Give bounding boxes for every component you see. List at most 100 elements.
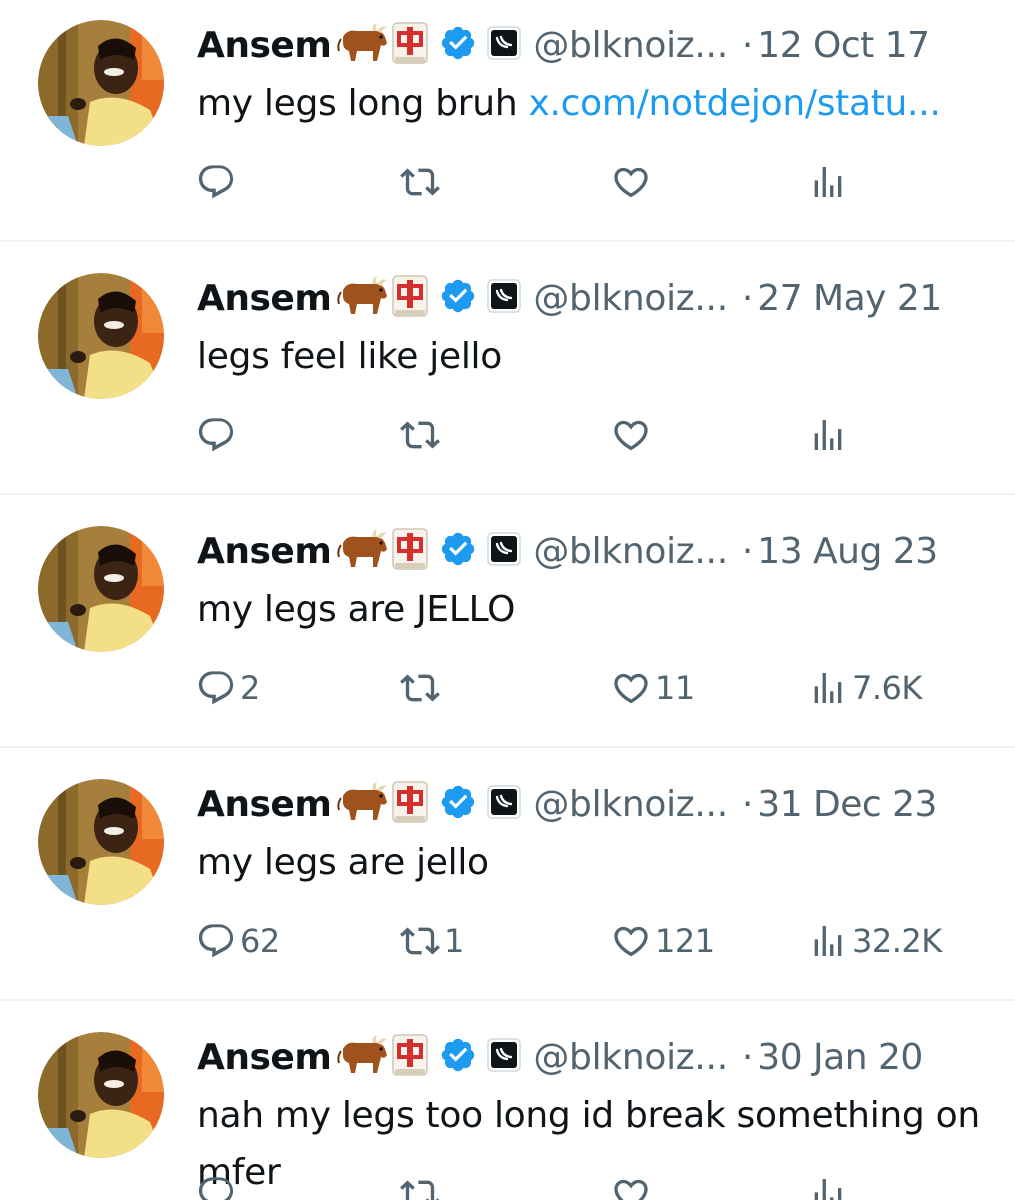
verified-badge-icon[interactable]: [439, 24, 477, 62]
like-button[interactable]: 11: [611, 668, 695, 708]
ox-emoji: [337, 529, 388, 567]
view-count: 7.6K: [852, 669, 922, 707]
avatar[interactable]: [38, 526, 164, 652]
tweet[interactable]: Ansem @blknoiz... · 30 Jan 20 nah my leg…: [0, 1012, 1015, 1200]
user-handle[interactable]: @blknoiz...: [533, 1037, 728, 1078]
retweet-button[interactable]: 1: [400, 921, 464, 961]
tweet-divider: [0, 999, 1015, 1001]
reply-count: 62: [240, 922, 280, 960]
tweet-actions: [0, 415, 1015, 465]
avatar[interactable]: [38, 779, 164, 905]
tweet-date[interactable]: 30 Jan 20: [757, 1037, 923, 1078]
separator-dot: ·: [741, 277, 754, 319]
avatar[interactable]: [38, 273, 164, 399]
views-button[interactable]: 32.2K: [808, 921, 942, 961]
reply-icon: [198, 924, 234, 958]
views-icon: [814, 420, 842, 450]
display-name[interactable]: Ansem: [197, 784, 332, 825]
reply-button[interactable]: [196, 415, 236, 455]
user-handle[interactable]: @blknoiz...: [533, 531, 728, 572]
heart-icon: [614, 1179, 648, 1200]
tweet-date[interactable]: 13 Aug 23: [757, 531, 938, 572]
mahjong-red-dragon-emoji: [392, 781, 429, 823]
views-icon: [814, 1179, 842, 1200]
like-button[interactable]: [611, 1174, 651, 1200]
tweet[interactable]: Ansem @blknoiz... · 31 Dec 23 my legs ar…: [0, 759, 1015, 999]
heart-icon: [614, 420, 648, 451]
display-name[interactable]: Ansem: [197, 278, 332, 319]
like-button[interactable]: [611, 162, 651, 202]
verified-badge-icon[interactable]: [439, 530, 477, 568]
retweet-button[interactable]: [400, 162, 440, 202]
views-button[interactable]: 7.6K: [808, 668, 922, 708]
retweet-icon: [400, 674, 440, 702]
display-name[interactable]: Ansem: [197, 25, 332, 66]
mahjong-red-dragon-emoji: [392, 528, 429, 570]
affiliate-badge-icon[interactable]: [487, 785, 522, 819]
display-name[interactable]: Ansem: [197, 531, 332, 572]
tweet-date[interactable]: 31 Dec 23: [757, 784, 937, 825]
tweet-text: my legs long bruh x.com/notdejon/statu..…: [197, 75, 1015, 132]
retweet-button[interactable]: [400, 415, 440, 455]
reply-button[interactable]: 2: [196, 668, 260, 708]
ox-emoji: [337, 276, 388, 314]
affiliate-badge-icon[interactable]: [487, 1038, 522, 1072]
avatar[interactable]: [38, 20, 164, 146]
views-button[interactable]: [808, 162, 848, 202]
tweet-text: my legs are jello: [197, 834, 1015, 891]
retweet-button[interactable]: [400, 1174, 440, 1200]
affiliate-badge-icon[interactable]: [487, 279, 522, 313]
tweet-header: Ansem @blknoiz... · 30 Jan 20: [197, 1032, 1015, 1082]
view-count: 32.2K: [852, 922, 942, 960]
views-icon: [814, 167, 842, 197]
tweet-actions: 62 1 121 32.2K: [0, 921, 1015, 971]
mahjong-red-dragon-emoji: [392, 275, 429, 317]
tweet-date[interactable]: 27 May 21: [757, 278, 942, 319]
user-handle[interactable]: @blknoiz...: [533, 25, 728, 66]
tweet-actions: 2 11 7.6K: [0, 668, 1015, 718]
avatar[interactable]: [38, 1032, 164, 1158]
tweet-divider: [0, 746, 1015, 748]
tweet[interactable]: Ansem @blknoiz... · 12 Oct 17 my legs lo…: [0, 0, 1015, 240]
heart-icon: [614, 673, 648, 704]
tweet-date[interactable]: 12 Oct 17: [757, 25, 930, 66]
verified-badge-icon[interactable]: [439, 1036, 477, 1074]
tweet[interactable]: Ansem @blknoiz... · 27 May 21 legs feel …: [0, 253, 1015, 493]
ox-emoji: [337, 23, 388, 61]
tweet-text: legs feel like jello: [197, 328, 1015, 385]
user-handle[interactable]: @blknoiz...: [533, 278, 728, 319]
affiliate-badge-icon[interactable]: [487, 26, 522, 60]
like-count: 11: [655, 669, 695, 707]
tweet-actions: [0, 162, 1015, 212]
reply-button[interactable]: [196, 1174, 236, 1200]
reply-button[interactable]: [196, 162, 236, 202]
separator-dot: ·: [741, 24, 754, 66]
separator-dot: ·: [741, 783, 754, 825]
separator-dot: ·: [741, 1036, 754, 1078]
like-button[interactable]: [611, 415, 651, 455]
views-button[interactable]: [808, 415, 848, 455]
tweet-text: nah my legs too long id break something …: [197, 1087, 1015, 1144]
retweet-button[interactable]: [400, 668, 440, 708]
separator-dot: ·: [741, 530, 754, 572]
views-icon: [814, 926, 842, 956]
user-handle[interactable]: @blknoiz...: [533, 784, 728, 825]
display-name[interactable]: Ansem: [197, 1037, 332, 1078]
retweet-count: 1: [444, 922, 464, 960]
tweet-link[interactable]: x.com/notdejon/statu...: [529, 83, 941, 124]
reply-icon: [198, 418, 234, 452]
reply-icon: [198, 165, 234, 199]
tweet[interactable]: Ansem @blknoiz... · 13 Aug 23 my legs ar…: [0, 506, 1015, 746]
tweet-text-content: my legs are jello: [197, 842, 489, 883]
like-button[interactable]: 121: [611, 921, 715, 961]
reply-count: 2: [240, 669, 260, 707]
affiliate-badge-icon[interactable]: [487, 532, 522, 566]
mahjong-red-dragon-emoji: [392, 22, 429, 64]
views-button[interactable]: [808, 1174, 848, 1200]
verified-badge-icon[interactable]: [439, 277, 477, 315]
verified-badge-icon[interactable]: [439, 783, 477, 821]
heart-icon: [614, 167, 648, 198]
tweet-actions: [0, 1174, 1015, 1200]
heart-icon: [614, 926, 648, 957]
reply-button[interactable]: 62: [196, 921, 280, 961]
